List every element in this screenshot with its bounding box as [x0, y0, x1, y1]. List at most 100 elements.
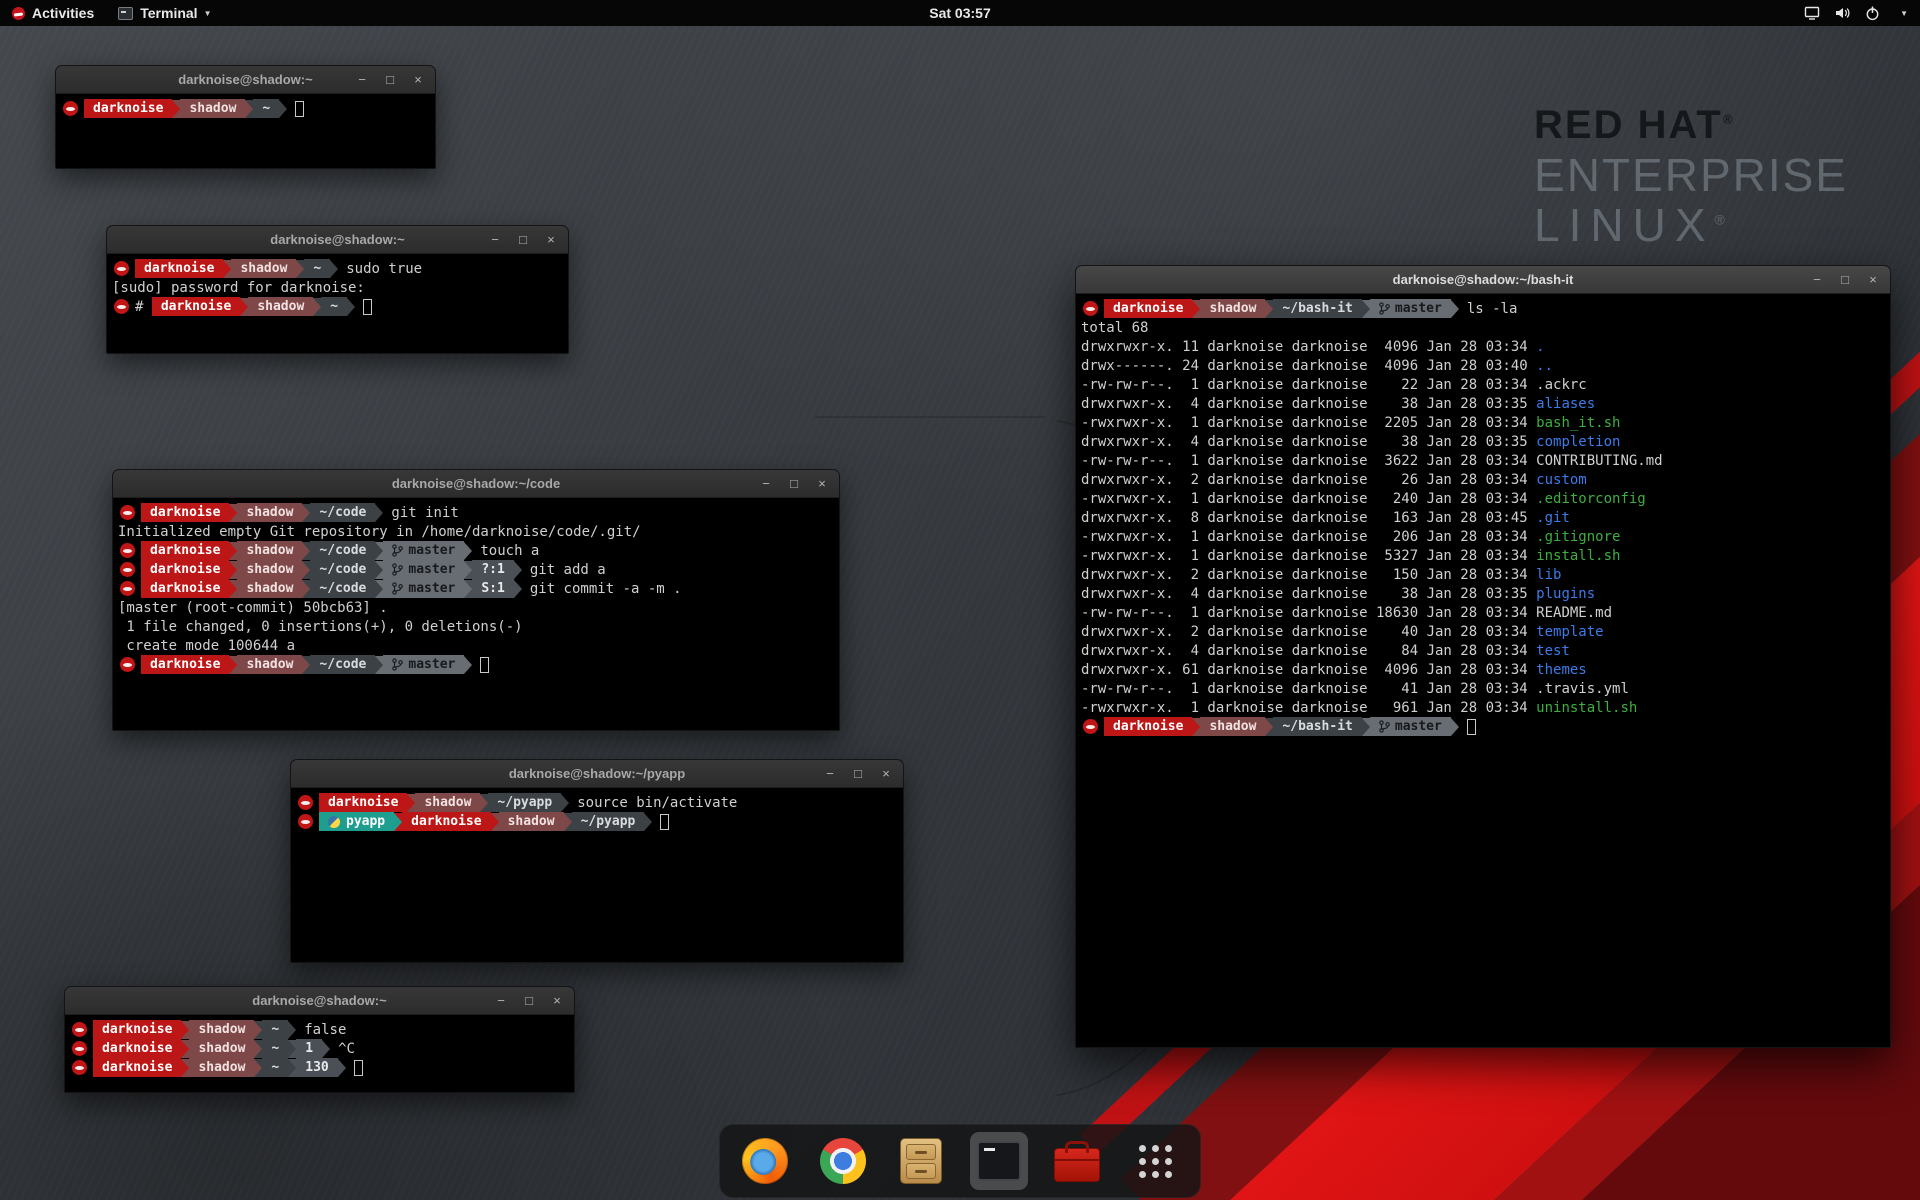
powerline-arrow: [229, 580, 237, 598]
redhat-prompt-icon: [72, 1041, 87, 1056]
terminal-body[interactable]: darknoiseshadow~: [56, 94, 435, 168]
terminal-text: drwxrwxr-x. 4 darknoise darknoise 38 Jan…: [1081, 396, 1536, 412]
dock: [719, 1124, 1201, 1198]
dock-item-chrome[interactable]: [814, 1132, 872, 1190]
terminal-line: darknoiseshadow~1^C: [70, 1039, 571, 1058]
window-titlebar[interactable]: darknoise@shadow:~/bash-it−□×: [1076, 266, 1890, 294]
maximize-button[interactable]: □: [851, 766, 865, 781]
powerline-arrow: [279, 100, 287, 118]
powerline-arrow: [464, 542, 472, 560]
maximize-button[interactable]: □: [516, 232, 530, 247]
terminal-line: drwxrwxr-x. 8 darknoise darknoise 163 Ja…: [1081, 508, 1887, 527]
terminal-line: drwxrwxr-x. 2 darknoise darknoise 150 Ja…: [1081, 565, 1887, 584]
prompt-segment-path: ~/code: [310, 560, 375, 579]
prompt-segment-venv: pyapp: [319, 812, 394, 831]
terminal-window-code[interactable]: darknoise@shadow:~/code−□×darknoiseshado…: [112, 469, 840, 731]
terminal-window-home-1[interactable]: darknoise@shadow:~−□×darknoiseshadow~: [55, 65, 436, 169]
terminal-line: drwxrwxr-x. 61 darknoise darknoise 4096 …: [1081, 660, 1887, 679]
minimize-button[interactable]: −: [494, 993, 508, 1008]
terminal-window-pyapp[interactable]: darknoise@shadow:~/pyapp −□ × darknoiseshad…: [290, 759, 904, 963]
powerline-arrow: [564, 813, 572, 831]
minimize-button[interactable]: −: [1810, 272, 1824, 287]
terminal-window-sudo[interactable]: darknoise@shadow:~−□×darknoiseshadow~sud…: [106, 225, 569, 354]
activities-button[interactable]: Activities: [0, 0, 106, 26]
minimize-button[interactable]: −: [488, 232, 502, 247]
terminal-text: -rw-rw-r--. 1 darknoise darknoise 22 Jan…: [1081, 377, 1536, 393]
maximize-button[interactable]: □: [383, 72, 397, 87]
terminal-window-home-2[interactable]: darknoise@shadow:~−□×darknoiseshadow~fal…: [64, 986, 575, 1093]
window-titlebar[interactable]: darknoise@shadow:~−□×: [65, 987, 574, 1015]
maximize-button[interactable]: □: [522, 993, 536, 1008]
terminal-text: plugins: [1536, 586, 1595, 602]
powerline-arrow: [302, 656, 310, 674]
close-button[interactable]: ×: [879, 766, 893, 781]
terminal-text: false: [304, 1022, 346, 1038]
minimize-button[interactable]: −: [823, 766, 837, 781]
dock-item-firefox[interactable]: [736, 1132, 794, 1190]
powerline-arrow: [407, 794, 415, 812]
minimize-button[interactable]: −: [759, 476, 773, 491]
terminal-line: -rw-rw-r--. 1 darknoise darknoise 22 Jan…: [1081, 375, 1887, 394]
window-titlebar[interactable]: darknoise@shadow:~−□×: [56, 66, 435, 94]
window-titlebar[interactable]: darknoise@shadow:~−□×: [107, 226, 568, 254]
terminal-line: darknoiseshadow~/codemaster: [118, 655, 836, 674]
window-titlebar[interactable]: darknoise@shadow:~/pyapp −□ ×: [291, 760, 903, 788]
prompt-segment-path: ~/pyapp: [488, 793, 561, 812]
prompt-segment-user: darknoise: [141, 541, 229, 560]
powerline-arrow: [172, 100, 180, 118]
terminal-text: install.sh: [1536, 548, 1620, 564]
window-titlebar[interactable]: darknoise@shadow:~/code −□ ×: [113, 470, 839, 498]
terminal-line: darknoiseshadow~/codemastertouch a: [118, 541, 836, 560]
minimize-button[interactable]: −: [355, 72, 369, 87]
terminal-line: darknoiseshadow~false: [70, 1020, 571, 1039]
app-menu[interactable]: Terminal ▼: [106, 0, 223, 26]
window-title: darknoise@shadow:~/pyapp: [509, 766, 685, 781]
terminal-text: total 68: [1081, 320, 1148, 336]
prompt-segment-user: darknoise: [141, 503, 229, 522]
clock[interactable]: Sat 03:57: [929, 5, 990, 21]
prompt-segment-user: darknoise: [1104, 717, 1192, 736]
terminal-text: drwxrwxr-x. 4 darknoise darknoise 38 Jan…: [1081, 586, 1536, 602]
terminal-text: README.md: [1536, 605, 1612, 621]
window-title: darknoise@shadow:~/code: [392, 476, 560, 491]
terminal-text: test: [1536, 643, 1570, 659]
terminal-line: darknoiseshadow~/pyappsource bin/activat…: [296, 793, 900, 812]
terminal-window-bash-it[interactable]: darknoise@shadow:~/bash-it−□×darknoisesh…: [1075, 265, 1891, 1048]
app-menu-label: Terminal: [140, 5, 197, 21]
terminal-cursor: [363, 299, 372, 315]
dock-item-terminal[interactable]: [970, 1132, 1028, 1190]
terminal-text: drwxrwxr-x. 4 darknoise darknoise 84 Jan…: [1081, 643, 1536, 659]
close-button[interactable]: ×: [815, 476, 829, 491]
prompt-segment-git: master: [1370, 299, 1451, 318]
maximize-button[interactable]: □: [1838, 272, 1852, 287]
terminal-text: themes: [1536, 662, 1587, 678]
prompt-segment-host: shadow: [189, 1058, 254, 1077]
terminal-text: drwxrwxr-x. 4 darknoise darknoise 38 Jan…: [1081, 434, 1536, 450]
close-button[interactable]: ×: [1866, 272, 1880, 287]
system-status-area[interactable]: ▼: [1804, 0, 1920, 26]
powerline-arrow: [302, 561, 310, 579]
terminal-line: -rwxrwxr-x. 1 darknoise darknoise 961 Ja…: [1081, 698, 1887, 717]
terminal-line: drwxrwxr-x. 11 darknoise darknoise 4096 …: [1081, 337, 1887, 356]
terminal-body[interactable]: darknoiseshadow~falsedarknoiseshadow~1^C…: [65, 1015, 574, 1092]
close-button[interactable]: ×: [411, 72, 425, 87]
drawer-top: [906, 1144, 936, 1160]
close-button[interactable]: ×: [544, 232, 558, 247]
terminal-body[interactable]: darknoiseshadow~sudo true[sudo] password…: [107, 254, 568, 353]
close-button[interactable]: ×: [550, 993, 564, 1008]
prompt-segment-path: ~/pyapp: [572, 812, 645, 831]
terminal-line: [sudo] password for darknoise:: [112, 278, 565, 297]
terminal-body[interactable]: darknoiseshadow~/bash-itmasterls -latota…: [1076, 294, 1890, 1047]
terminal-body[interactable]: darknoiseshadow~/codegit initInitialized…: [113, 498, 839, 730]
powerline-arrow: [322, 1040, 330, 1058]
prompt-segment-user: darknoise: [141, 579, 229, 598]
terminal-body[interactable]: darknoiseshadow~/pyappsource bin/activat…: [291, 788, 903, 962]
prompt-segment-user: darknoise: [402, 812, 490, 831]
dock-item-toolbox[interactable]: [1048, 1132, 1106, 1190]
powerline-arrow: [302, 580, 310, 598]
maximize-button[interactable]: □: [787, 476, 801, 491]
dock-item-show-applications[interactable]: [1126, 1132, 1184, 1190]
prompt-segment-host: shadow: [237, 579, 302, 598]
dock-item-files[interactable]: [892, 1132, 950, 1190]
powerline-arrow: [240, 298, 248, 316]
